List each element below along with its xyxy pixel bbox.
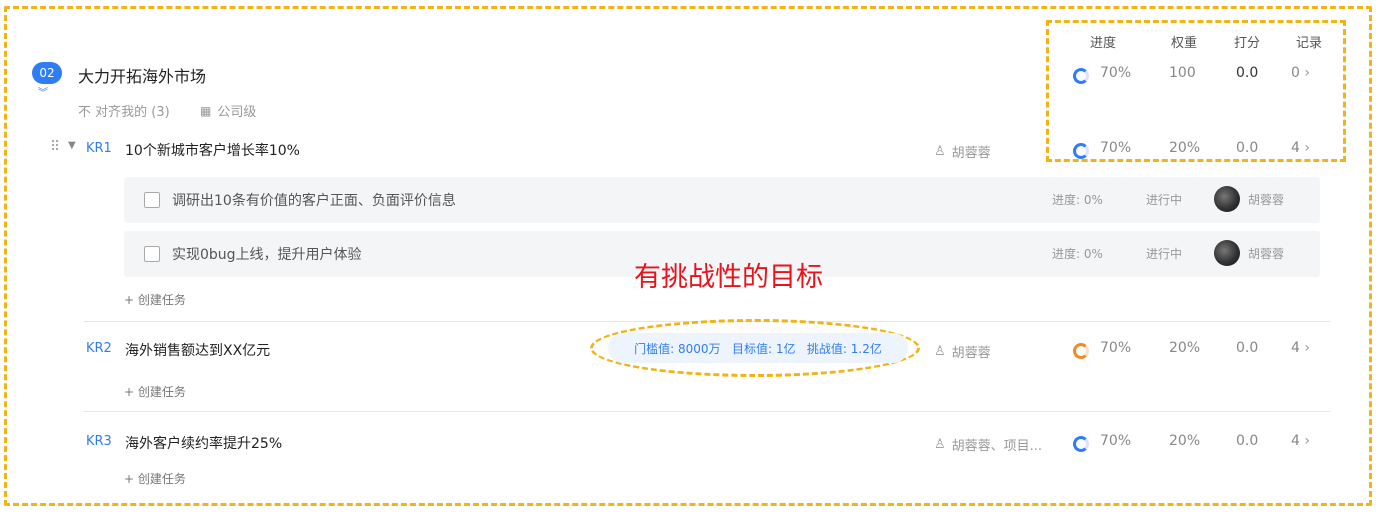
column-header-progress: 进度 xyxy=(1090,36,1117,51)
kr3-progress: 70% xyxy=(1100,433,1132,449)
kr2-title[interactable]: 海外销售额达到XX亿元 xyxy=(125,340,270,360)
task-status[interactable]: 进行中 xyxy=(1146,191,1182,208)
objective-title[interactable]: 大力开拓海外市场 xyxy=(78,63,206,87)
task-title[interactable]: 调研出10条有价值的客户正面、负面评价信息 xyxy=(172,190,456,210)
kr2-weight: 20% xyxy=(1169,340,1201,356)
kr1-owner[interactable]: ♙ 胡蓉蓉 xyxy=(934,142,991,161)
objective-weight: 100 xyxy=(1169,65,1196,81)
kr2-progress-ring-icon xyxy=(1073,340,1089,359)
align-link[interactable]: 不 对齐我的 (3) xyxy=(78,101,170,120)
avatar xyxy=(1214,240,1240,266)
kr2-record-link[interactable]: 4 › xyxy=(1291,340,1310,356)
task-status[interactable]: 进行中 xyxy=(1146,245,1182,262)
caret-down-icon[interactable]: ▼ xyxy=(68,140,76,151)
kr3-record-link[interactable]: 4 › xyxy=(1291,433,1310,449)
column-header-score: 打分 xyxy=(1234,36,1261,51)
kr3-label: KR3 xyxy=(86,434,112,449)
objective-level: ▦ 公司级 xyxy=(200,101,257,121)
kr1-owner-name: 胡蓉蓉 xyxy=(951,146,991,161)
task-progress: 进度: 0% xyxy=(1052,193,1103,207)
kr3-progress-ring-icon xyxy=(1073,433,1089,452)
task-progress: 进度: 0% xyxy=(1052,247,1103,261)
create-task-button[interactable]: + 创建任务 xyxy=(124,470,186,487)
column-header-record: 记录 xyxy=(1296,36,1323,51)
kr3-weight: 20% xyxy=(1169,433,1201,449)
kr1-record-count: 4 xyxy=(1291,140,1300,156)
task-owner-name: 胡蓉蓉 xyxy=(1248,193,1285,207)
annotation-callout: 有挑战性的目标 xyxy=(634,262,823,293)
chevron-right-icon: › xyxy=(1304,140,1310,156)
kr2-score[interactable]: 0.0 xyxy=(1236,340,1258,356)
threshold-values: 门槛值: 8000万 目标值: 1亿 挑战值: 1.2亿 xyxy=(608,333,908,363)
building-icon: ▦ xyxy=(200,103,212,118)
objective-record-count: 0 xyxy=(1291,65,1300,81)
kr1-title[interactable]: 10个新城市客户增长率10% xyxy=(125,140,300,160)
divider xyxy=(84,411,1330,412)
kr2-owner[interactable]: ♙ 胡蓉蓉 xyxy=(934,342,991,361)
kr3-owner[interactable]: ♙ 胡蓉蓉、项目... xyxy=(934,435,1042,454)
kr2-record-count: 4 xyxy=(1291,340,1300,356)
collapse-chevron-icon[interactable]: ︾ xyxy=(38,84,48,99)
user-icon: ♙ xyxy=(934,144,946,159)
kr2-progress: 70% xyxy=(1100,340,1132,356)
kr2-label: KR2 xyxy=(86,341,112,356)
column-header-weight: 权重 xyxy=(1171,36,1198,51)
kr3-score[interactable]: 0.0 xyxy=(1236,433,1258,449)
kr3-record-count: 4 xyxy=(1291,433,1300,449)
objective-progress-ring-icon xyxy=(1073,65,1089,84)
kr1-record-link[interactable]: 4 › xyxy=(1291,140,1310,156)
task-row[interactable]: 调研出10条有价值的客户正面、负面评价信息 进度: 0% 进行中 胡蓉蓉 xyxy=(124,177,1320,223)
objective-progress: 70% xyxy=(1100,65,1132,81)
kr3-title[interactable]: 海外客户续约率提升25% xyxy=(125,433,282,453)
kr2-owner-name: 胡蓉蓉 xyxy=(951,346,991,361)
objective-level-label: 公司级 xyxy=(217,105,257,120)
kr1-progress: 70% xyxy=(1100,140,1132,156)
objective-score[interactable]: 0.0 xyxy=(1236,65,1258,81)
kr3-owner-name: 胡蓉蓉、项目... xyxy=(951,439,1043,454)
drag-handle-icon[interactable]: ⠿ xyxy=(50,139,60,155)
create-task-button[interactable]: + 创建任务 xyxy=(124,383,186,400)
kr1-label: KR1 xyxy=(86,141,112,156)
task-title[interactable]: 实现0bug上线，提升用户体验 xyxy=(172,244,362,264)
objective-number-badge[interactable]: 02 xyxy=(32,62,62,84)
kr1-weight: 20% xyxy=(1169,140,1201,156)
user-icon: ♙ xyxy=(934,344,946,359)
task-owner-name: 胡蓉蓉 xyxy=(1248,247,1285,261)
user-icon: ♙ xyxy=(934,437,946,452)
chevron-right-icon: › xyxy=(1304,65,1310,81)
create-task-button[interactable]: + 创建任务 xyxy=(124,291,186,308)
chevron-right-icon: › xyxy=(1304,340,1310,356)
chevron-right-icon: › xyxy=(1304,433,1310,449)
task-checkbox[interactable] xyxy=(144,192,160,208)
avatar xyxy=(1214,186,1240,212)
objective-record-link[interactable]: 0 › xyxy=(1291,65,1310,81)
kr1-score[interactable]: 0.0 xyxy=(1236,140,1258,156)
task-checkbox[interactable] xyxy=(144,246,160,262)
kr1-progress-ring-icon xyxy=(1073,140,1089,159)
